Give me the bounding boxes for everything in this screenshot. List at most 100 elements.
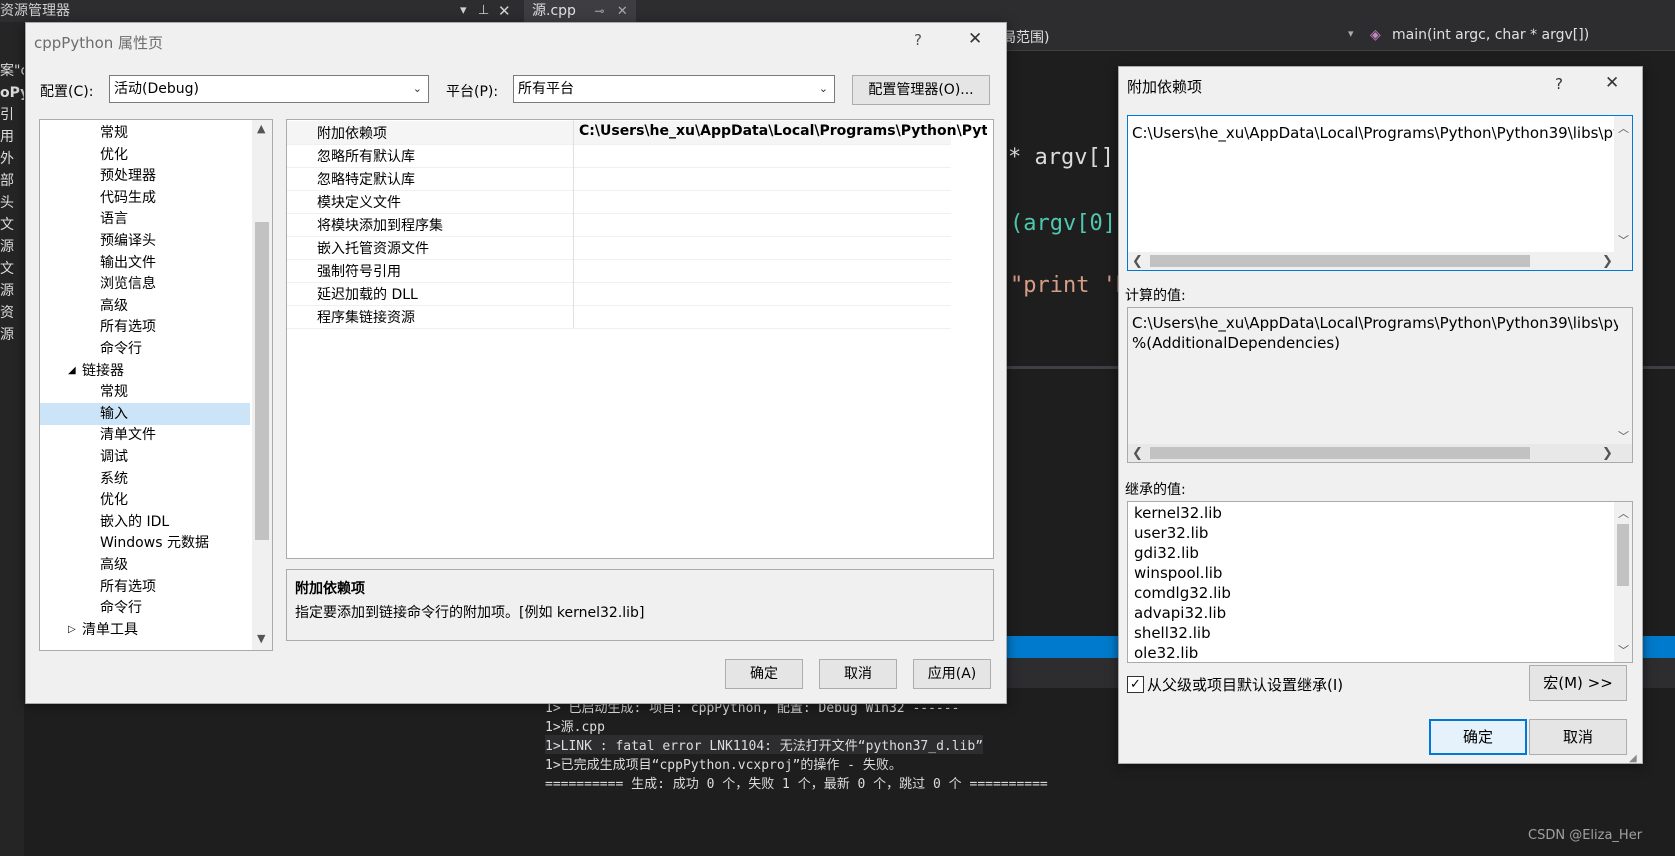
macros-button[interactable]: 宏(M) >>	[1529, 665, 1627, 701]
tree-item[interactable]: 高级	[40, 554, 250, 576]
edit-vscrollbar[interactable]: ︿ ﹀	[1614, 116, 1632, 252]
property-name: 强制符号引用	[317, 264, 401, 280]
scroll-down-icon[interactable]: ﹀	[1618, 232, 1629, 248]
scroll-left-icon[interactable]: ❮	[1132, 254, 1143, 269]
tree-item[interactable]: 预处理器	[40, 165, 250, 187]
tree-item[interactable]: 优化	[40, 144, 250, 166]
property-row[interactable]: 嵌入托管资源文件	[287, 236, 951, 260]
config-manager-button[interactable]: 配置管理器(O)...	[852, 75, 990, 105]
tree-item[interactable]: 代码生成	[40, 187, 250, 209]
tree-scrollbar[interactable]: ▲ ▼	[252, 120, 272, 650]
dialog-title: 附加依赖项	[1127, 78, 1203, 96]
cancel-button[interactable]: 取消	[1529, 719, 1627, 755]
settings-tree[interactable]: 常规 优化 预处理器 代码生成 语言 预编译头 输出文件 浏览信息 高级 所有选项 命令行 ◢ 链接器常…	[39, 119, 273, 651]
tab-close-icon[interactable]: ✕	[617, 4, 628, 19]
inherited-list[interactable]: kernel32.lib user32.lib gdi32.lib winspool.…	[1127, 501, 1633, 663]
tree-item[interactable]: 输入	[40, 402, 250, 425]
tree-item[interactable]: ▷ 清单工具	[40, 619, 250, 641]
tree-item[interactable]: 浏览信息	[40, 273, 250, 295]
scroll-thumb[interactable]	[1617, 524, 1629, 586]
tree-item-label: 命令行	[100, 341, 142, 357]
editor-tab-source-cpp[interactable]: 源.cpp ⊸ ✕	[524, 0, 636, 22]
tree-item[interactable]: 调试	[40, 446, 250, 468]
apply-button[interactable]: 应用(A)	[913, 659, 991, 689]
panel-dropdown-icon[interactable]: ▾	[460, 0, 467, 22]
panel-close-icon[interactable]: ✕	[498, 0, 511, 22]
scroll-up-icon[interactable]: ︿	[1618, 505, 1629, 521]
computed-line: %(AdditionalDependencies)	[1132, 334, 1341, 352]
tree-item[interactable]: 语言	[40, 208, 250, 230]
property-row[interactable]: 强制符号引用	[287, 259, 951, 283]
resize-grip-icon[interactable]: ◢	[1629, 753, 1637, 764]
tree-fragment: 资源	[0, 305, 14, 343]
platform-select[interactable]: 所有平台 ⌄	[513, 75, 835, 103]
tree-item-label: 输出文件	[100, 254, 156, 271]
tree-item[interactable]: 高级	[40, 295, 250, 317]
computed-hscrollbar[interactable]: ❮ ❯	[1128, 444, 1632, 462]
tree-item-label: 高级	[100, 297, 128, 314]
tree-item[interactable]: 常规	[40, 381, 250, 403]
property-row[interactable]: 忽略特定默认库	[287, 167, 951, 191]
additional-dependencies-dialog: 附加依赖项 ? ✕ C:\Users\he_xu\AppData\Local\P…	[1118, 66, 1643, 764]
inherit-checkbox[interactable]: ✓	[1127, 676, 1144, 693]
tree-item[interactable]: 命令行	[40, 338, 250, 360]
property-name: 忽略特定默认库	[317, 172, 415, 188]
config-select[interactable]: 活动(Debug) ⌄	[109, 75, 429, 103]
inherited-scrollbar[interactable]: ︿ ﹀	[1614, 502, 1632, 662]
scroll-thumb[interactable]	[1150, 447, 1530, 459]
tree-item-label: 链接器	[82, 362, 124, 379]
scroll-thumb[interactable]	[255, 222, 269, 540]
help-icon[interactable]: ?	[914, 31, 922, 49]
property-row[interactable]: 附加依赖项 C:\Users\he_xu\AppData\Local\Progra…	[287, 121, 987, 145]
scroll-right-icon[interactable]: ❯	[1602, 446, 1613, 461]
collapsed-icon[interactable]: ▷	[68, 619, 76, 641]
property-value[interactable]: C:\Users\he_xu\AppData\Local\Programs\Py…	[579, 123, 987, 139]
tree-item[interactable]: 嵌入的 IDL	[40, 511, 250, 533]
dependencies-edit-box[interactable]: C:\Users\he_xu\AppData\Local\Programs\Py…	[1127, 115, 1633, 271]
pin-icon[interactable]: ⊥	[478, 0, 489, 22]
scroll-right-icon[interactable]: ❯	[1602, 254, 1613, 269]
scroll-up-icon[interactable]: ▲	[257, 122, 265, 135]
tree-item[interactable]: 系统	[40, 468, 250, 490]
scroll-thumb[interactable]	[1150, 255, 1530, 267]
tree-item[interactable]: Windows 元数据	[40, 532, 250, 554]
close-icon[interactable]: ✕	[968, 29, 982, 49]
scope-dropdown-icon[interactable]: ▾	[1348, 27, 1354, 40]
tree-item[interactable]: ◢ 链接器	[40, 360, 250, 382]
grid-divider[interactable]	[573, 120, 574, 328]
property-name: 模块定义文件	[317, 195, 401, 211]
nav-scope[interactable]: 局范围)	[1002, 27, 1049, 47]
tree-item[interactable]: 输出文件	[40, 252, 250, 274]
help-icon[interactable]: ?	[1555, 75, 1563, 93]
property-row[interactable]: 将模块添加到程序集	[287, 213, 951, 237]
tree-item[interactable]: 清单文件	[40, 424, 250, 446]
close-icon[interactable]: ✕	[1605, 73, 1619, 93]
property-row[interactable]: 程序集链接资源	[287, 305, 951, 329]
cancel-button[interactable]: 取消	[819, 659, 897, 689]
tab-pin-icon[interactable]: ⊸	[594, 4, 604, 18]
tree-item[interactable]: 所有选项	[40, 576, 250, 598]
ok-button[interactable]: 确定	[725, 659, 803, 689]
tree-item[interactable]: 命令行	[40, 597, 250, 619]
scroll-down-icon[interactable]: ▼	[257, 632, 265, 645]
property-row[interactable]: 延迟加载的 DLL	[287, 282, 951, 306]
scroll-down-icon[interactable]: ﹀	[1618, 428, 1629, 444]
tree-item[interactable]: 常规	[40, 122, 250, 144]
property-grid[interactable]: 附加依赖项 C:\Users\he_xu\AppData\Local\Progra…	[286, 119, 994, 559]
scroll-down-icon[interactable]: ﹀	[1618, 642, 1629, 658]
tree-item-label: 常规	[100, 384, 128, 401]
inherit-checkbox-label[interactable]: 从父级或项目默认设置继承(I)	[1147, 674, 1343, 695]
inherited-item: winspool.lib	[1134, 564, 1223, 582]
expanded-icon[interactable]: ◢	[68, 360, 76, 382]
edit-hscrollbar[interactable]: ❮ ❯	[1128, 252, 1632, 270]
property-row[interactable]: 模块定义文件	[287, 190, 951, 214]
ok-button[interactable]: 确定	[1429, 719, 1527, 755]
tree-item[interactable]: 所有选项	[40, 316, 250, 338]
nav-function[interactable]: main(int argc, char * argv[])	[1392, 27, 1589, 43]
scroll-left-icon[interactable]: ❮	[1132, 446, 1143, 461]
property-row[interactable]: 忽略所有默认库	[287, 144, 951, 168]
tree-item[interactable]: 优化	[40, 489, 250, 511]
computed-line: C:\Users\he_xu\AppData\Local\Programs\Py…	[1132, 314, 1618, 332]
scroll-up-icon[interactable]: ︿	[1618, 120, 1629, 136]
tree-item[interactable]: 预编译头	[40, 230, 250, 252]
